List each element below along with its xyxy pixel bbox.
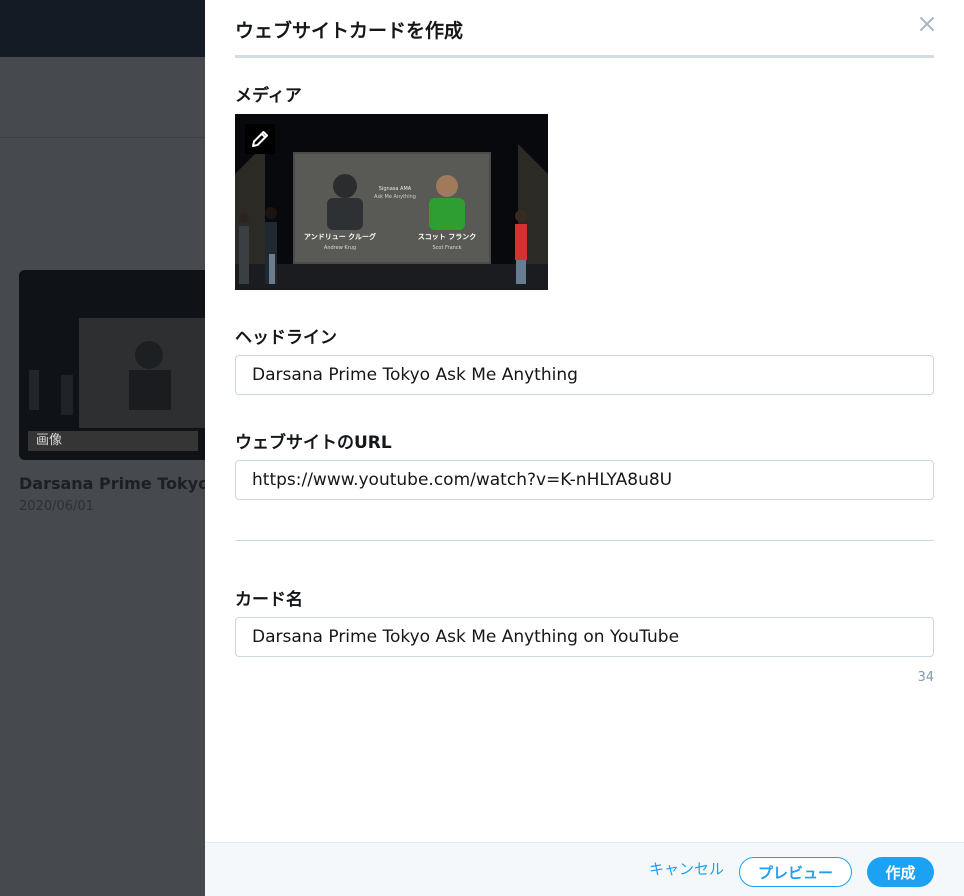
slide-right-name-jp: スコット フランク: [418, 232, 476, 241]
title-divider: [235, 55, 934, 58]
card-name-input[interactable]: [235, 617, 934, 657]
panel-footer: キャンセル プレビュー 作成: [205, 842, 964, 896]
cancel-button[interactable]: キャンセル: [649, 858, 724, 879]
card-name-counter: 34: [917, 670, 934, 685]
headline-input[interactable]: [235, 355, 934, 395]
slide-right-name-en: Scot Franck: [433, 245, 462, 251]
slide-center-title: Signasa AMA: [379, 186, 412, 192]
slide-left-name-en: Andrew Krug: [324, 245, 356, 251]
close-icon: [920, 17, 934, 31]
card-name-label: カード名: [235, 590, 303, 610]
edit-media-button[interactable]: [245, 124, 275, 154]
background-card-badge: 画像: [28, 431, 198, 451]
section-divider: [235, 540, 934, 541]
preview-button[interactable]: プレビュー: [739, 857, 852, 887]
headline-label: ヘッドライン: [235, 328, 337, 348]
media-thumbnail: Signasa AMA Ask Me Anything アンドリュー クルーグ …: [235, 114, 548, 290]
url-label: ウェブサイトのURL: [235, 433, 392, 453]
website-card-panel: ウェブサイトカードを作成 メディア Signasa AMA Ask Me Any…: [205, 0, 964, 896]
background-card-date: 2020/06/01: [19, 499, 94, 514]
close-button[interactable]: [915, 12, 939, 36]
pencil-icon: [252, 131, 268, 147]
url-input[interactable]: [235, 460, 934, 500]
create-button[interactable]: 作成: [867, 857, 934, 887]
stage-photo: Signasa AMA Ask Me Anything アンドリュー クルーグ …: [235, 114, 548, 290]
slide-center-subtitle: Ask Me Anything: [374, 194, 416, 200]
panel-title: ウェブサイトカードを作成: [235, 20, 464, 42]
slide-left-name-jp: アンドリュー クルーグ: [304, 232, 376, 241]
background-card-title: Darsana Prime Tokyo A: [19, 474, 228, 493]
media-label: メディア: [235, 86, 302, 106]
